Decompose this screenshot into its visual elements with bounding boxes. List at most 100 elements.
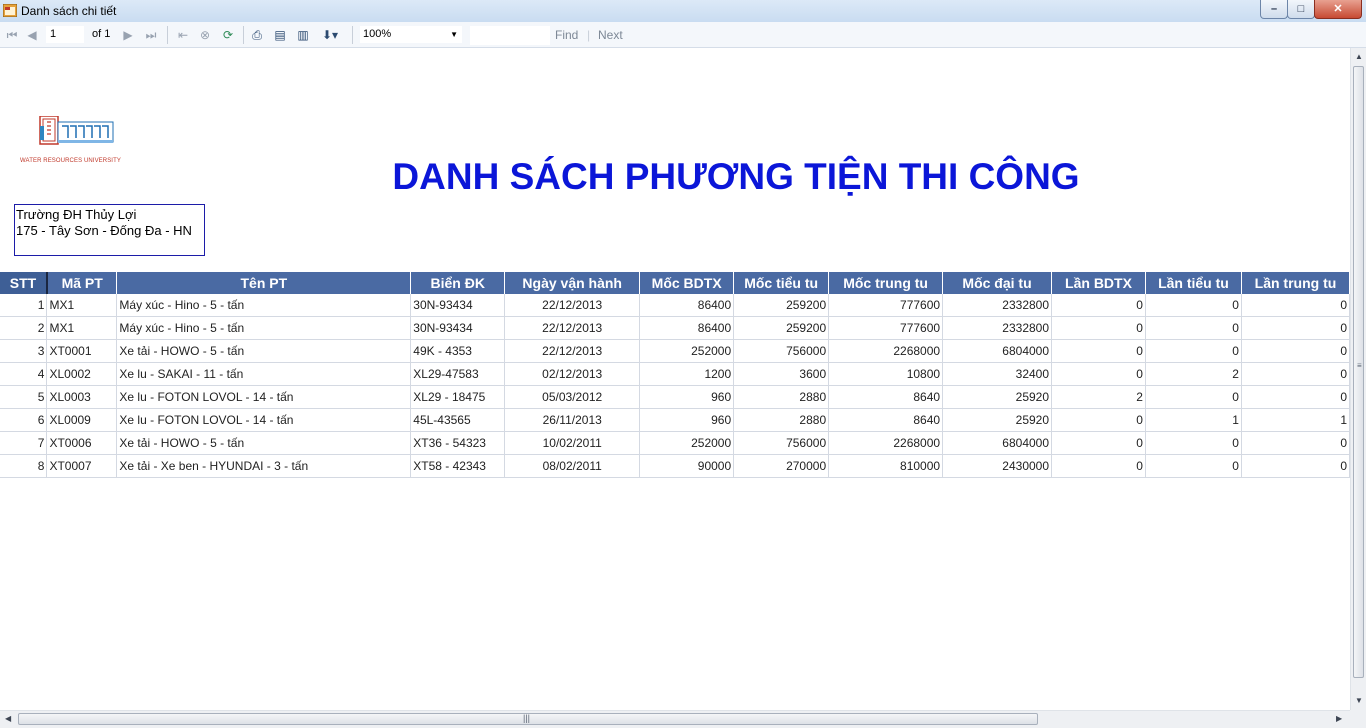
zoom-value: 100%	[363, 28, 392, 40]
refresh-icon[interactable]: ⟳	[220, 27, 236, 43]
scroll-down-icon[interactable]: ▼	[1355, 696, 1363, 705]
find-button[interactable]: Find	[555, 28, 578, 42]
cell-lan-trung-tu: 0	[1241, 454, 1350, 478]
print-icon[interactable]: ⎙	[249, 27, 265, 43]
cell-lan-trung-tu: 0	[1241, 316, 1350, 340]
window-title: Danh sách chi tiết	[21, 4, 117, 18]
maximize-button[interactable]: □	[1287, 0, 1315, 19]
report-page: WATER RESOURCES UNIVERSITY DANH SÁCH PHƯ…	[0, 48, 1350, 710]
last-page-icon[interactable]: ⏭	[143, 27, 159, 43]
cell-lan-trung-tu: 0	[1241, 339, 1350, 363]
cell-moc-trung-tu: 2268000	[828, 431, 944, 455]
vertical-scrollbar[interactable]: ▲ ≡ ▼	[1350, 48, 1366, 710]
cell-stt: 8	[0, 454, 48, 478]
cell-lan-tieu-tu: 0	[1145, 454, 1242, 478]
find-input[interactable]	[470, 26, 550, 45]
cell-bien-dk: 30N-93434	[410, 294, 506, 317]
close-button[interactable]: ✕	[1314, 0, 1362, 19]
page-number-input[interactable]	[46, 26, 84, 43]
cell-bien-dk: XT36 - 54323	[410, 431, 506, 455]
cell-moc-dai-tu: 25920	[942, 408, 1053, 432]
cell-moc-dai-tu: 32400	[942, 362, 1053, 386]
cell-ten-pt: Xe tải - HOWO - 5 - tấn	[116, 431, 412, 455]
cell-lan-bdtx: 0	[1051, 316, 1146, 340]
vertical-scroll-thumb[interactable]: ≡	[1353, 66, 1364, 678]
column-header: Biển ĐK	[410, 272, 506, 294]
cell-lan-bdtx: 0	[1051, 431, 1146, 455]
cell-moc-dai-tu: 6804000	[942, 339, 1053, 363]
cell-lan-bdtx: 0	[1051, 339, 1146, 363]
next-page-icon[interactable]: ▶	[120, 27, 136, 43]
cell-lan-tieu-tu: 1	[1145, 408, 1242, 432]
cell-ngay-van-hanh: 22/12/2013	[504, 294, 641, 317]
cell-lan-tieu-tu: 0	[1145, 316, 1242, 340]
grip-icon: |||	[523, 713, 531, 723]
chevron-down-icon: ▼	[450, 30, 458, 39]
scroll-right-icon[interactable]: ▶	[1336, 714, 1342, 723]
stop-icon[interactable]: ⊗	[197, 27, 213, 43]
page-setup-icon[interactable]: ▥	[295, 27, 311, 43]
cell-moc-tieu-tu: 259200	[733, 316, 830, 340]
cell-stt: 6	[0, 408, 48, 432]
cell-ma-pt: XL0003	[46, 385, 118, 409]
export-icon[interactable]: ⬇▾	[318, 27, 342, 43]
cell-moc-dai-tu: 2332800	[942, 294, 1053, 317]
cell-lan-tieu-tu: 2	[1145, 362, 1242, 386]
zoom-select[interactable]: 100% ▼	[360, 26, 462, 43]
column-header: Lần BDTX	[1051, 272, 1146, 294]
cell-stt: 5	[0, 385, 48, 409]
horizontal-scrollbar[interactable]: ◀ ||| ▶	[0, 710, 1350, 728]
toolbar-separator	[167, 26, 168, 44]
cell-ten-pt: Xe tải - HOWO - 5 - tấn	[116, 339, 412, 363]
cell-ten-pt: Máy xúc - Hino - 5 - tấn	[116, 316, 412, 340]
cell-bien-dk: 49K - 4353	[410, 339, 506, 363]
cell-lan-bdtx: 0	[1051, 362, 1146, 386]
cell-moc-dai-tu: 25920	[942, 385, 1053, 409]
table-row: 4 XL0002 Xe lu - SAKAI - 11 - tấn XL29-4…	[0, 362, 1350, 386]
print-layout-icon[interactable]: ▤	[272, 27, 288, 43]
cell-ngay-van-hanh: 22/12/2013	[504, 316, 641, 340]
cell-lan-tieu-tu: 0	[1145, 339, 1242, 363]
cell-stt: 4	[0, 362, 48, 386]
cell-ngay-van-hanh: 02/12/2013	[504, 362, 641, 386]
cell-lan-bdtx: 0	[1051, 408, 1146, 432]
column-header: Mốc BDTX	[639, 272, 735, 294]
logo-caption: WATER RESOURCES UNIVERSITY	[20, 158, 121, 164]
next-button[interactable]: Next	[598, 28, 623, 42]
table-row: 8 XT0007 Xe tải - Xe ben - HYUNDAI - 3 -…	[0, 454, 1350, 478]
first-page-icon[interactable]: ⏮	[4, 27, 20, 43]
maximize-icon: □	[1297, 3, 1305, 15]
cell-moc-tieu-tu: 2880	[733, 385, 830, 409]
cell-lan-tieu-tu: 0	[1145, 385, 1242, 409]
cell-lan-bdtx: 2	[1051, 385, 1146, 409]
table-row: 6 XL0009 Xe lu - FOTON LOVOL - 14 - tấn …	[0, 408, 1350, 432]
scroll-up-icon[interactable]: ▲	[1355, 52, 1363, 61]
cell-moc-tieu-tu: 756000	[733, 339, 830, 363]
prev-page-icon[interactable]: ◀	[24, 27, 40, 43]
cell-moc-tieu-tu: 756000	[733, 431, 830, 455]
cell-ten-pt: Xe lu - FOTON LOVOL - 14 - tấn	[116, 385, 412, 409]
cell-lan-trung-tu: 0	[1241, 431, 1350, 455]
cell-ngay-van-hanh: 08/02/2011	[504, 454, 641, 478]
school-name: Trường ĐH Thủy Lợi	[16, 207, 137, 222]
cell-moc-trung-tu: 8640	[828, 385, 944, 409]
cell-lan-bdtx: 0	[1051, 294, 1146, 317]
toolbar-separator	[352, 26, 353, 44]
cell-moc-dai-tu: 2332800	[942, 316, 1053, 340]
cell-moc-bdtx: 86400	[639, 316, 735, 340]
cell-stt: 1	[0, 294, 48, 317]
cell-stt: 7	[0, 431, 48, 455]
minimize-button[interactable]: –	[1260, 0, 1288, 19]
cell-moc-dai-tu: 6804000	[942, 431, 1053, 455]
back-icon[interactable]: ⇤	[175, 27, 191, 43]
cell-stt: 2	[0, 316, 48, 340]
horizontal-scroll-thumb[interactable]: |||	[18, 713, 1038, 725]
cell-lan-tieu-tu: 0	[1145, 294, 1242, 317]
cell-moc-bdtx: 86400	[639, 294, 735, 317]
cell-bien-dk: XT58 - 42343	[410, 454, 506, 478]
scroll-left-icon[interactable]: ◀	[5, 714, 11, 723]
cell-ma-pt: XL0002	[46, 362, 118, 386]
column-header: Mã PT	[46, 272, 118, 294]
cell-ma-pt: XT0007	[46, 454, 118, 478]
grip-icon: ≡	[1357, 361, 1362, 370]
